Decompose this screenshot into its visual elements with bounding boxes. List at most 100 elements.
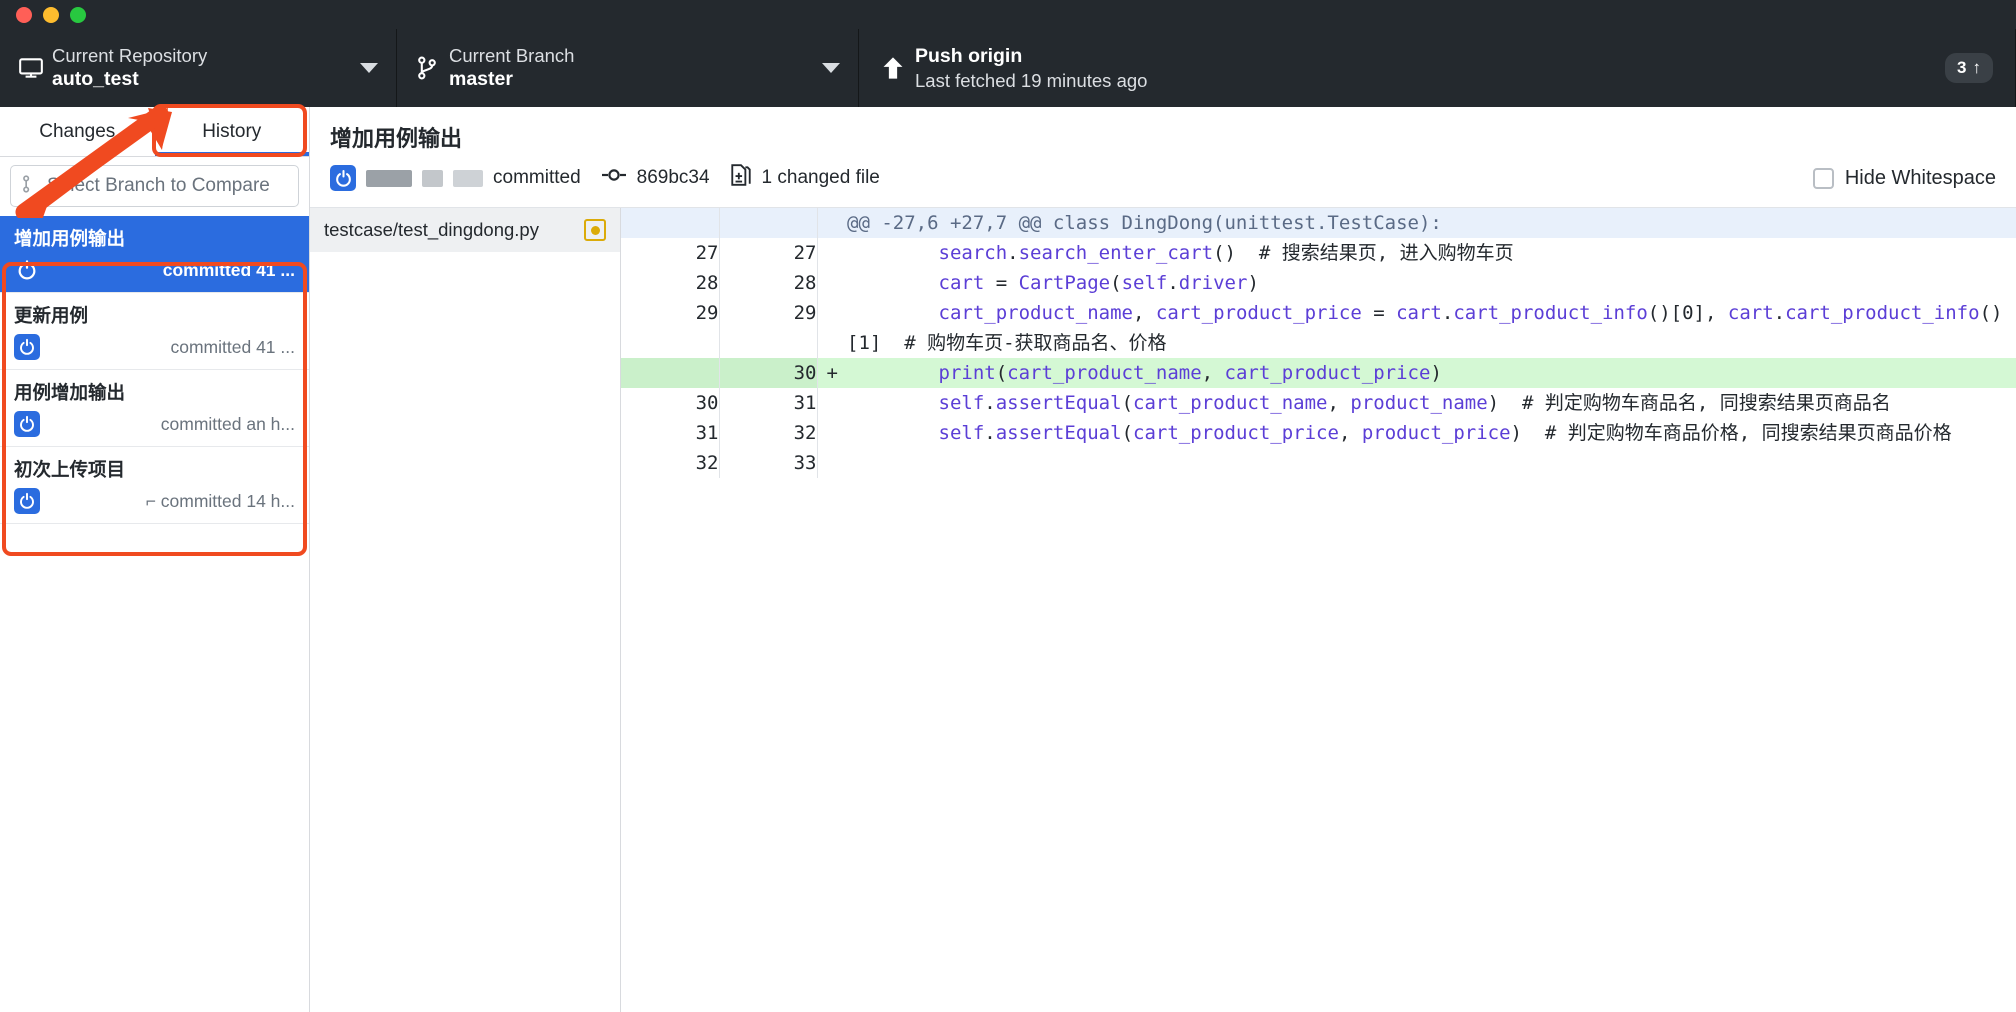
hide-whitespace-toggle[interactable]: Hide Whitespace xyxy=(1812,166,1996,190)
diff-pane: 增加用例输出 committed 869bc34 1 changed file … xyxy=(310,107,2016,1012)
app-toolbar: Current Repository auto_test Current Bra… xyxy=(0,29,2016,107)
diff-new-line-number xyxy=(719,208,818,238)
avatar xyxy=(14,257,40,283)
current-branch-button[interactable]: Current Branch master xyxy=(397,29,859,107)
commit-timestamp: committed 41 ... xyxy=(162,259,295,280)
commit-sha[interactable]: 869bc34 xyxy=(637,167,710,189)
diff-code: @@ -27,6 +27,7 @@ class DingDong(unittes… xyxy=(847,208,2016,238)
push-origin-button[interactable]: Push origin Last fetched 19 minutes ago … xyxy=(859,29,2016,107)
hide-whitespace-label: Hide Whitespace xyxy=(1844,166,1996,189)
commit-list-item[interactable]: 增加用例输出 committed 41 ... xyxy=(0,216,309,293)
diff-marker xyxy=(817,208,847,238)
current-repository-value: auto_test xyxy=(52,68,139,91)
close-window-button[interactable] xyxy=(16,6,32,23)
diff-row-context: 32 33 xyxy=(621,448,2016,478)
commit-timestamp: ⌐ committed 14 h... xyxy=(145,490,295,511)
diff-old-line-number: 32 xyxy=(621,448,720,478)
history-sidebar: Changes History Select Branch to Compare… xyxy=(0,107,310,1012)
current-branch-value: master xyxy=(449,68,513,91)
tab-changes[interactable]: Changes xyxy=(0,107,155,156)
commit-title: 更新用例 xyxy=(14,305,89,326)
changed-file-icon xyxy=(730,163,752,193)
chevron-down-icon xyxy=(822,63,840,73)
ahead-count-badge: 3 ↑ xyxy=(1945,53,1993,83)
diff-marker xyxy=(817,418,847,448)
minimize-window-button[interactable] xyxy=(43,6,59,23)
push-origin-sublabel: Last fetched 19 minutes ago xyxy=(915,69,1148,91)
tab-changes-label: Changes xyxy=(39,120,116,142)
diff-old-line-number xyxy=(621,208,720,238)
diff-new-line-number: 31 xyxy=(719,388,818,418)
current-repository-button[interactable]: Current Repository auto_test xyxy=(0,29,397,107)
diff-marker xyxy=(817,238,847,268)
diff-row-added: 30 + print(cart_product_name, cart_produ… xyxy=(621,358,2016,388)
diff-code: self.assertEqual(cart_product_name, prod… xyxy=(847,388,2016,418)
file-status-modified-icon xyxy=(584,219,606,241)
diff-old-line-number: 28 xyxy=(621,268,720,298)
commit-detail-row: committed 869bc34 1 changed file Hide Wh… xyxy=(310,153,2016,207)
desktop-icon xyxy=(18,55,52,81)
avatar xyxy=(330,165,356,191)
avatar xyxy=(14,488,40,514)
diff-new-line-number: 32 xyxy=(719,418,818,448)
diff-row-context: 28 28 cart = CartPage(self.driver) xyxy=(621,268,2016,298)
commit-timestamp: committed an h... xyxy=(160,413,295,434)
commit-list[interactable]: 增加用例输出 committed 41 ... 更新用例 committed 4… xyxy=(0,216,309,1012)
current-branch-label: Current Branch xyxy=(449,45,575,67)
hide-whitespace-checkbox[interactable] xyxy=(1812,167,1834,189)
author-name-redacted xyxy=(422,169,443,187)
changed-file-name: testcase/test_dingdong.py xyxy=(324,219,539,240)
diff-marker xyxy=(817,388,847,418)
diff-code: cart = CartPage(self.driver) xyxy=(847,268,2016,298)
current-repository-label: Current Repository xyxy=(52,45,208,67)
diff-new-line-number: 27 xyxy=(719,238,818,268)
commit-meta: committed an h... xyxy=(14,411,295,437)
diff-old-line-number: 27 xyxy=(621,238,720,268)
diff-row-context: 30 31 self.assertEqual(cart_product_name… xyxy=(621,388,2016,418)
diff-old-line-number: 31 xyxy=(621,418,720,448)
maximize-window-button[interactable] xyxy=(70,6,86,23)
commit-list-item[interactable]: 用例增加输出 committed an h... xyxy=(0,370,309,447)
sidebar-tabbar: Changes History xyxy=(0,107,309,157)
chevron-down-icon xyxy=(360,63,378,73)
commit-meta: ⌐ committed 14 h... xyxy=(14,488,295,514)
committed-label: committed xyxy=(493,167,581,188)
diff-code: cart_product_name, cart_product_price = … xyxy=(847,298,2016,358)
commit-dot-icon xyxy=(601,167,627,189)
commit-title: 用例增加输出 xyxy=(14,382,126,403)
diff-row-context: 27 27 search.search_enter_cart() # 搜索结果页… xyxy=(621,238,2016,268)
arrow-up-icon xyxy=(881,55,915,81)
diff-new-line-number: 30 xyxy=(719,358,818,388)
diff-old-line-number xyxy=(621,358,720,388)
tab-history[interactable]: History xyxy=(154,107,309,156)
diff-viewer[interactable]: @@ -27,6 +27,7 @@ class DingDong(unittes… xyxy=(621,208,2016,1012)
commit-summary-title: 增加用例输出 xyxy=(330,126,463,151)
diff-row-context: 31 32 self.assertEqual(cart_product_pric… xyxy=(621,418,2016,448)
diff-row-context: 29 29 cart_product_name, cart_product_pr… xyxy=(621,298,2016,358)
select-branch-to-compare-input[interactable]: Select Branch to Compare xyxy=(10,165,299,207)
commit-title: 增加用例输出 xyxy=(14,228,126,249)
commit-list-item[interactable]: 更新用例 committed 41 ... xyxy=(0,293,309,370)
git-compare-icon xyxy=(21,174,38,199)
avatar xyxy=(14,334,40,360)
changed-file-row[interactable]: testcase/test_dingdong.py xyxy=(310,208,620,252)
push-origin-label: Push origin xyxy=(915,45,1023,68)
diff-code: self.assertEqual(cart_product_price, pro… xyxy=(847,418,2016,448)
git-branch-icon xyxy=(415,55,449,81)
avatar xyxy=(14,411,40,437)
changed-files-pane: testcase/test_dingdong.py xyxy=(310,208,621,1012)
compare-branch-area: Select Branch to Compare xyxy=(0,157,309,216)
tab-history-label: History xyxy=(202,120,262,142)
diff-old-line-number: 30 xyxy=(621,388,720,418)
diff-new-line-number: 28 xyxy=(719,268,818,298)
diff-code xyxy=(847,448,2016,478)
app-body: Changes History Select Branch to Compare… xyxy=(0,107,2016,1012)
diff-old-line-number: 29 xyxy=(621,298,720,358)
commit-timestamp: committed 41 ... xyxy=(170,336,296,357)
diff-marker xyxy=(817,268,847,298)
select-branch-placeholder: Select Branch to Compare xyxy=(47,175,270,196)
traffic-lights xyxy=(16,6,86,23)
commit-list-item[interactable]: 初次上传项目 ⌐ committed 14 h... xyxy=(0,447,309,524)
commit-title: 初次上传项目 xyxy=(14,459,126,480)
diff-table: @@ -27,6 +27,7 @@ class DingDong(unittes… xyxy=(621,208,2016,478)
